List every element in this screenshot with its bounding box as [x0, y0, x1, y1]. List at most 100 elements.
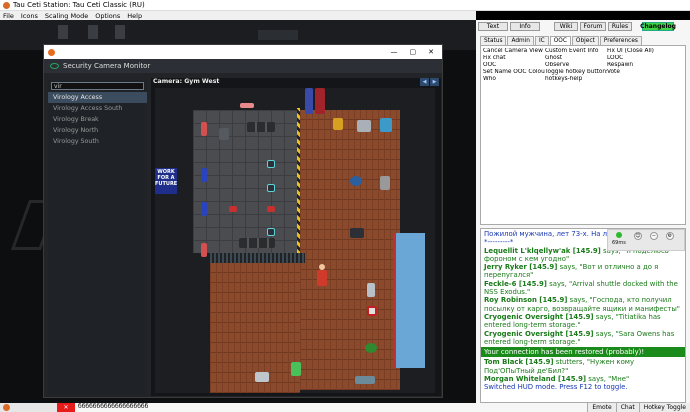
close-input-icon[interactable]: ✕	[57, 403, 75, 412]
chat-hud-notice: Switched HUD mode. Press F12 to toggle.	[484, 383, 628, 392]
speech-verb: says,	[595, 312, 614, 321]
chat-line: Roy Robinson [145.9] says, "Господа, кто…	[484, 296, 682, 313]
work-for-a-future-sign: WORK FOR A FUTURE	[155, 168, 177, 194]
verb-fix-chat[interactable]: Fix chat	[483, 55, 545, 61]
wiki-button[interactable]: Wiki	[554, 21, 578, 31]
maximize-icon[interactable]: ▢	[410, 48, 417, 56]
pool-edge	[393, 233, 396, 368]
hotkey-toggle-button[interactable]: Hotkey Toggle	[638, 403, 690, 412]
verb-vote[interactable]: Vote	[607, 69, 677, 75]
wall-terminal	[88, 25, 98, 39]
verb-hotkeys-help[interactable]: hotkeys-help	[545, 76, 607, 82]
chair	[380, 176, 390, 190]
menu-help[interactable]: Help	[127, 12, 142, 20]
command-input[interactable]: ббббббббббббббббббб	[75, 403, 588, 412]
chat-line: Feckle-6 [145.9] says, "Arrival shuttle …	[484, 280, 682, 297]
verb-looc[interactable]: LOOC	[607, 55, 677, 61]
menu-options[interactable]: Options	[95, 12, 120, 20]
door	[305, 88, 313, 114]
camera-window-titlebar: — ▢ ✕	[44, 45, 442, 59]
speaker-name: Cryogenic Oversight [145.9]	[484, 312, 594, 321]
menu-file[interactable]: File	[3, 12, 14, 20]
prev-camera-icon[interactable]: ◀	[420, 78, 429, 86]
lamp	[333, 118, 343, 130]
camera-item[interactable]: Virology Break	[48, 114, 147, 125]
medkit	[367, 306, 377, 316]
menu-scaling-mode[interactable]: Scaling Mode	[45, 12, 88, 20]
chat-output[interactable]: 69ms ☺ − ⚙ Пожилой мужчина, лет 73-х. На…	[480, 228, 686, 403]
speaker-name: Morgan Whiteland [145.9]	[484, 375, 587, 384]
verb-ooc[interactable]: OOC	[483, 62, 545, 68]
bench	[229, 206, 237, 212]
toilet	[255, 372, 269, 382]
side-panel: Text Info Wiki Forum Rules Changelog Sta…	[476, 20, 690, 403]
menu-icons[interactable]: Icons	[21, 12, 38, 20]
camera-label: Camera: Gym West	[153, 78, 220, 85]
camera-scene: WORK FOR A FUTURE	[155, 88, 435, 393]
speech-text: "Мне"	[608, 375, 630, 384]
wall-terminal	[115, 25, 125, 39]
curtain	[315, 88, 325, 114]
emote-button[interactable]: Emote	[587, 403, 616, 412]
wall-vent	[258, 30, 298, 40]
verb-ghost[interactable]: Ghost	[545, 55, 607, 61]
chat-line: Morgan Whiteland [145.9] says, "Мне"	[484, 375, 682, 383]
wall-terminal	[58, 25, 68, 39]
punching-bag	[201, 202, 207, 216]
verb-who[interactable]: Who	[483, 76, 545, 82]
window-title: Tau Ceti Station: Tau Ceti Classic (RU)	[13, 1, 145, 9]
verb-toggle-hotkey-buttons[interactable]: Toggle hotkey buttons	[545, 69, 607, 75]
changelog-button[interactable]: Changelog	[640, 21, 676, 31]
chairs-row	[247, 122, 275, 132]
security-camera-window: — ▢ ✕ Security Camera Monitor vir Virolo…	[43, 44, 443, 398]
gear-icon[interactable]: ⚙	[665, 232, 674, 240]
close-icon[interactable]: ✕	[428, 48, 434, 56]
info-button[interactable]: Info	[510, 21, 540, 31]
camera-header: Security Camera Monitor	[44, 59, 442, 73]
punching-bag	[201, 243, 207, 257]
camera-view: Camera: Gym West ◀ ▶ WORK FOR A FUTURE	[151, 78, 441, 396]
punching-bag	[201, 168, 207, 182]
water-cooler	[380, 118, 392, 132]
next-camera-icon[interactable]: ▶	[430, 78, 439, 86]
canister	[367, 283, 375, 297]
camera-item[interactable]: Virology Access South	[48, 103, 147, 114]
verb-set-name-ooc-colour[interactable]: Set Name OOC Colour	[483, 69, 545, 75]
forum-button[interactable]: Forum	[580, 21, 606, 31]
speech-verb: says,	[559, 263, 578, 272]
crew-head	[319, 264, 325, 270]
ping-widget: 69ms ☺ − ⚙	[607, 229, 685, 251]
menubar: File Icons Scaling Mode Options Help	[0, 11, 476, 20]
minimize-icon[interactable]: —	[391, 48, 398, 56]
light-fixture	[240, 103, 254, 108]
console	[267, 160, 275, 168]
minus-icon[interactable]: −	[649, 232, 658, 240]
crew-member	[317, 270, 327, 286]
input-bar: ✕ ббббббббббббббббббб Emote Chat Hotkey …	[0, 403, 690, 412]
emoji-icon[interactable]: ☺	[633, 232, 642, 240]
camera-item[interactable]: Virology Access	[48, 92, 147, 103]
speaker-name: Feckle-6 [145.9]	[484, 279, 547, 288]
verb-observe[interactable]: Observe	[545, 62, 607, 68]
chat-button[interactable]: Chat	[615, 403, 639, 412]
round-table	[350, 176, 362, 186]
connection-status-icon	[615, 232, 622, 238]
camera-item[interactable]: Virology South	[48, 136, 147, 147]
rules-button[interactable]: Rules	[608, 21, 632, 31]
speaker-name: Lequellit L'klqellyw'ak [145.9]	[484, 246, 601, 255]
speech-verb: says,	[595, 329, 614, 338]
speaker-name: Tom Black [145.9]	[484, 358, 554, 367]
speech-verb: says,	[569, 296, 588, 305]
verb-respawn[interactable]: Respawn	[607, 62, 677, 68]
camera-item[interactable]: Virology North	[48, 125, 147, 136]
pool-water	[395, 233, 425, 368]
wood-floor	[300, 110, 400, 390]
text-button[interactable]: Text	[478, 21, 508, 31]
console	[267, 184, 275, 192]
camera-search-input[interactable]: vir	[51, 82, 144, 90]
verb-cancel-camera-view[interactable]: Cancel Camera View	[483, 48, 545, 54]
verb-fix-ui[interactable]: Fix UI (Close All)	[607, 48, 677, 54]
weight-machine	[219, 128, 229, 140]
plant	[365, 343, 377, 353]
verb-custom-event-info[interactable]: Custom Event Info	[545, 48, 607, 54]
